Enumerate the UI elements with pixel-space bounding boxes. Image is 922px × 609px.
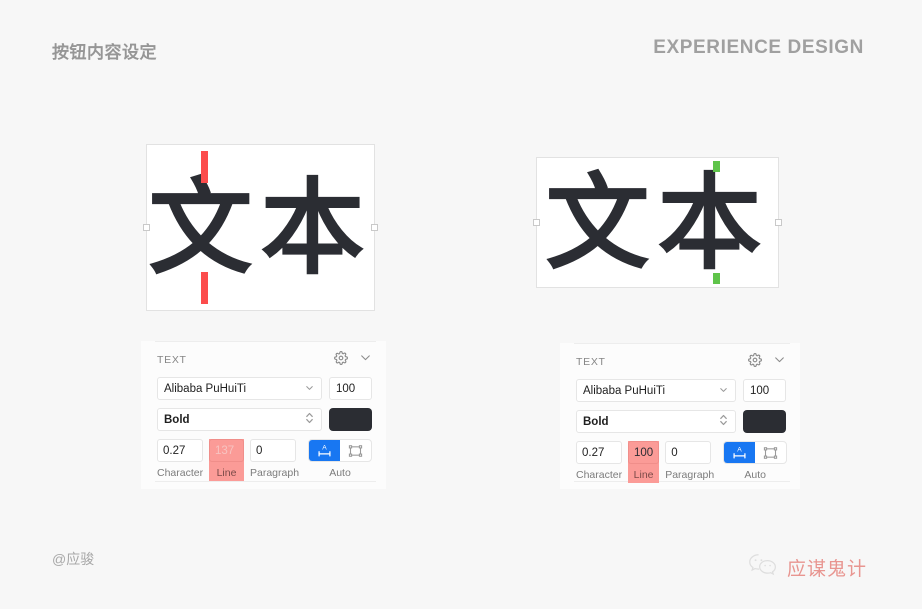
text-frame-left[interactable]: 文本 bbox=[143, 144, 378, 311]
line-height-indicator-bottom bbox=[201, 272, 208, 304]
gear-icon[interactable] bbox=[334, 350, 348, 370]
text-frame-left-content: 文本 bbox=[148, 166, 373, 289]
line-spacing-cell: 100 Line bbox=[628, 441, 660, 483]
font-family-select[interactable]: Alibaba PuHuiTi bbox=[576, 379, 736, 402]
paragraph-spacing-cell: 0 Paragraph bbox=[665, 441, 715, 483]
fixed-size-icon[interactable] bbox=[340, 440, 371, 461]
font-style-value: Bold bbox=[583, 415, 609, 428]
chevron-down-icon[interactable] bbox=[359, 351, 372, 369]
chevron-down-icon bbox=[718, 384, 729, 398]
selection-handle-left[interactable] bbox=[533, 218, 540, 226]
selection-handle-left[interactable] bbox=[143, 223, 150, 231]
font-style-row: Bold bbox=[157, 408, 372, 431]
brand-watermark-text: 应谋鬼计 bbox=[786, 557, 867, 580]
font-style-row: Bold bbox=[576, 410, 786, 433]
line-spacing-label: Line bbox=[633, 469, 654, 481]
resize-mode-label: Auto bbox=[744, 469, 766, 481]
character-spacing-value: 0.27 bbox=[582, 446, 605, 459]
line-height-indicator-top bbox=[201, 151, 208, 183]
character-spacing-value: 0.27 bbox=[163, 444, 186, 457]
selection-handle-right[interactable] bbox=[775, 218, 782, 226]
paragraph-spacing-value: 0 bbox=[671, 446, 678, 459]
font-size-value: 100 bbox=[336, 382, 356, 395]
character-spacing-cell: 0.27 Character bbox=[576, 441, 622, 483]
font-size-value: 100 bbox=[750, 384, 770, 397]
chevron-up-down-icon bbox=[304, 411, 315, 428]
gear-icon[interactable] bbox=[748, 352, 762, 372]
line-spacing-value: 100 bbox=[634, 446, 654, 459]
resize-mode-cell: A Auto bbox=[308, 439, 372, 479]
panel-title: TEXT bbox=[157, 354, 187, 366]
line-spacing-cell: 137 Line bbox=[209, 439, 244, 481]
font-family-row: Alibaba PuHuiTi 100 bbox=[576, 379, 786, 402]
font-style-select[interactable]: Bold bbox=[157, 408, 322, 431]
brand-title: EXPERIENCE DESIGN bbox=[653, 37, 864, 58]
line-height-indicator-top bbox=[713, 161, 720, 172]
line-spacing-input[interactable]: 137 bbox=[209, 439, 244, 462]
text-frame-right[interactable]: 文本 bbox=[533, 157, 782, 288]
resize-mode-segmented: A bbox=[723, 441, 788, 464]
character-spacing-cell: 0.27 Character bbox=[157, 439, 203, 481]
text-color-swatch[interactable] bbox=[743, 410, 786, 433]
character-spacing-label: Character bbox=[157, 467, 204, 479]
text-frame-right-content: 文本 bbox=[545, 161, 770, 284]
panel-header: TEXT bbox=[157, 350, 372, 370]
auto-width-icon[interactable]: A bbox=[724, 442, 756, 463]
page-title: 按钮内容设定 bbox=[52, 43, 157, 62]
resize-mode-label: Auto bbox=[329, 467, 351, 479]
spacing-controls: 0.27 Character 137 Line 0 Paragraph A Au… bbox=[157, 439, 372, 481]
paragraph-spacing-value: 0 bbox=[256, 444, 263, 457]
character-spacing-input[interactable]: 0.27 bbox=[157, 439, 203, 462]
paragraph-spacing-label: Paragraph bbox=[665, 469, 715, 481]
line-spacing-value: 137 bbox=[215, 444, 235, 457]
chevron-down-icon[interactable] bbox=[773, 353, 786, 371]
author-watermark: @应骏 bbox=[52, 551, 95, 567]
wechat-icon bbox=[748, 552, 778, 582]
text-properties-panel-right: TEXT Alibaba PuHuiTi 100 Bold 0.27 Chara… bbox=[560, 343, 800, 489]
svg-text:A: A bbox=[322, 445, 327, 452]
resize-mode-cell: A Auto bbox=[723, 441, 788, 481]
line-spacing-input[interactable]: 100 bbox=[628, 441, 660, 464]
font-family-value: Alibaba PuHuiTi bbox=[164, 382, 247, 395]
selection-handle-right[interactable] bbox=[371, 223, 378, 231]
font-family-row: Alibaba PuHuiTi 100 bbox=[157, 377, 372, 400]
font-style-value: Bold bbox=[164, 413, 190, 426]
svg-text:A: A bbox=[737, 447, 742, 454]
chevron-up-down-icon bbox=[718, 413, 729, 430]
font-family-select[interactable]: Alibaba PuHuiTi bbox=[157, 377, 322, 400]
paragraph-spacing-label: Paragraph bbox=[250, 467, 300, 479]
paragraph-spacing-cell: 0 Paragraph bbox=[250, 439, 300, 481]
chevron-down-icon bbox=[304, 382, 315, 396]
fixed-size-icon[interactable] bbox=[755, 442, 786, 463]
paragraph-spacing-input[interactable]: 0 bbox=[250, 439, 296, 462]
spacing-controls: 0.27 Character 100 Line 0 Paragraph A Au… bbox=[576, 441, 788, 483]
line-height-indicator-bottom bbox=[713, 273, 720, 284]
character-spacing-input[interactable]: 0.27 bbox=[576, 441, 622, 464]
line-spacing-label: Line bbox=[216, 467, 237, 479]
font-family-value: Alibaba PuHuiTi bbox=[583, 384, 666, 397]
brand-watermark: 应谋鬼计 bbox=[748, 552, 867, 582]
font-size-input[interactable]: 100 bbox=[743, 379, 786, 402]
text-color-swatch[interactable] bbox=[329, 408, 372, 431]
font-style-select[interactable]: Bold bbox=[576, 410, 736, 433]
panel-title: TEXT bbox=[576, 356, 606, 368]
font-size-input[interactable]: 100 bbox=[329, 377, 372, 400]
character-spacing-label: Character bbox=[576, 469, 623, 481]
text-properties-panel-left: TEXT Alibaba PuHuiTi 100 Bold 0.27 Chara… bbox=[141, 341, 386, 489]
auto-width-icon[interactable]: A bbox=[309, 440, 340, 461]
resize-mode-segmented: A bbox=[308, 439, 372, 462]
paragraph-spacing-input[interactable]: 0 bbox=[665, 441, 712, 464]
panel-header: TEXT bbox=[576, 352, 786, 372]
